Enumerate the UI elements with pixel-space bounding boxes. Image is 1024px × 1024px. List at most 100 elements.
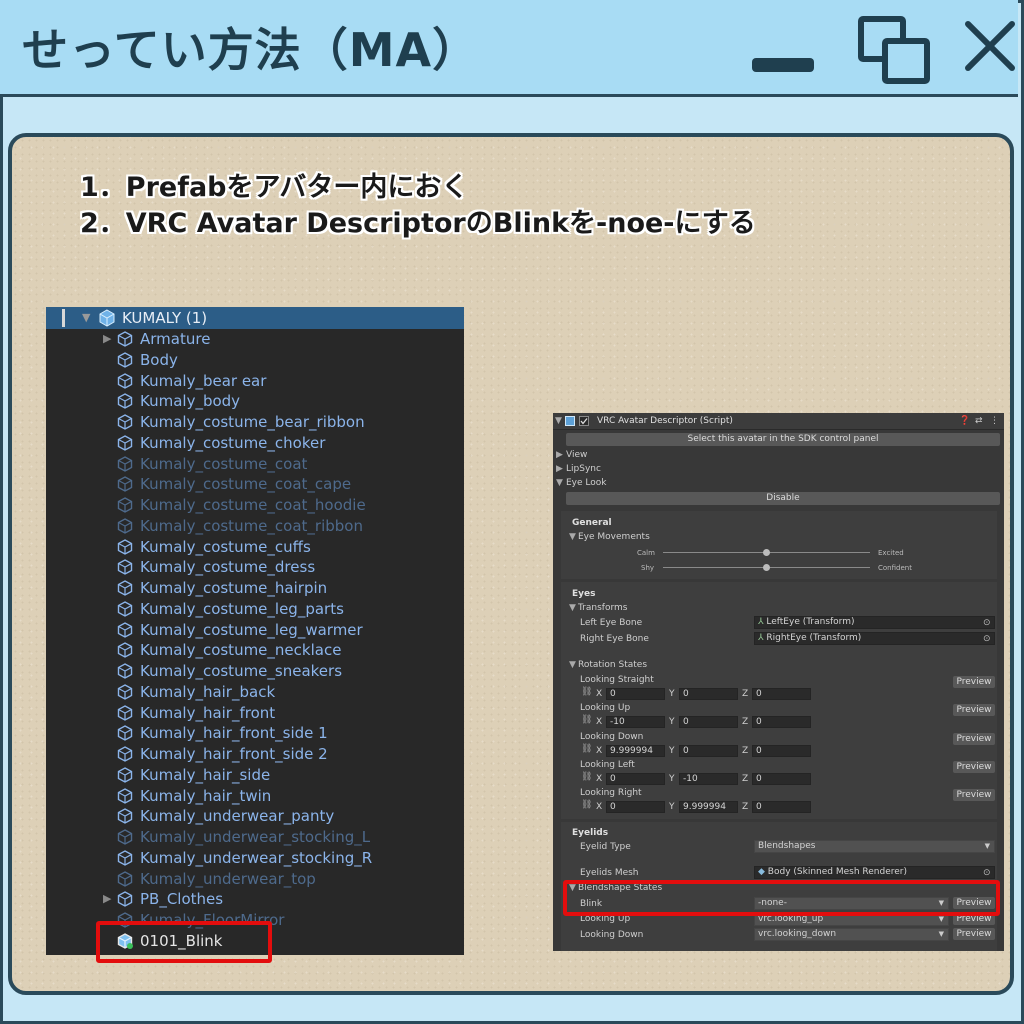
rotation-states-label[interactable]: Rotation States bbox=[578, 660, 647, 671]
checkbox-icon[interactable] bbox=[579, 416, 589, 426]
hierarchy-item[interactable]: Kumaly_costume_coat bbox=[46, 454, 464, 474]
disable-button[interactable]: Disable bbox=[566, 492, 1000, 505]
hierarchy-item[interactable]: Kumaly_costume_leg_warmer bbox=[46, 620, 464, 640]
eyelid-type-dropdown[interactable]: Blendshapes ▼ bbox=[754, 840, 995, 853]
rotation-z-field[interactable]: 0 bbox=[752, 772, 811, 785]
fold-arrow-icon[interactable]: ▼ bbox=[569, 603, 576, 614]
rotation-x-field[interactable]: 0 bbox=[606, 772, 665, 785]
hierarchy-item[interactable]: Kumaly_costume_dress bbox=[46, 557, 464, 577]
object-picker-icon[interactable]: ⊙ bbox=[983, 618, 991, 629]
expand-arrow-icon[interactable]: ▶ bbox=[103, 329, 113, 349]
hierarchy-item[interactable]: Kumaly_hair_front_side 1 bbox=[46, 723, 464, 743]
rotation-preview-button[interactable]: Preview bbox=[953, 732, 995, 745]
hierarchy-item[interactable]: Kumaly_costume_choker bbox=[46, 433, 464, 453]
rotation-y-field[interactable]: -10 bbox=[679, 772, 738, 785]
hierarchy-item[interactable]: Kumaly_hair_back bbox=[46, 682, 464, 702]
hierarchy-item[interactable]: Kumaly_hair_front_side 2 bbox=[46, 744, 464, 764]
hierarchy-item[interactable]: Kumaly_costume_cuffs bbox=[46, 537, 464, 557]
rotation-y-field[interactable]: 0 bbox=[679, 744, 738, 757]
fold-arrow-icon[interactable]: ▶ bbox=[556, 464, 563, 475]
rotation-x-field[interactable]: 0 bbox=[606, 688, 665, 700]
rotation-preview-button[interactable]: Preview bbox=[953, 676, 995, 688]
hierarchy-item[interactable]: Kumaly_hair_front bbox=[46, 703, 464, 723]
rotation-x-field[interactable]: -10 bbox=[606, 716, 665, 729]
eyelid-looking-down-dropdown[interactable]: vrc.looking_down ▼ bbox=[754, 928, 949, 941]
hierarchy-item[interactable]: Kumaly_costume_hairpin bbox=[46, 578, 464, 598]
eyelids-mesh-field[interactable]: ◆ Body (Skinned Mesh Renderer) bbox=[754, 866, 995, 879]
link-icon[interactable]: ⛓ bbox=[581, 800, 592, 811]
hierarchy-item[interactable]: Kumaly_body bbox=[46, 391, 464, 411]
hierarchy-item[interactable]: Kumaly_underwear_panty bbox=[46, 806, 464, 826]
eye-movements-label[interactable]: Eye Movements bbox=[578, 532, 650, 543]
hierarchy-root-row[interactable]: ▼ KUMALY (1) bbox=[46, 307, 464, 329]
x-axis-label: X bbox=[596, 802, 603, 813]
rotation-z-field[interactable]: 0 bbox=[752, 801, 811, 814]
fold-arrow-icon[interactable]: ▶ bbox=[556, 450, 563, 461]
hierarchy-item[interactable]: Kumaly_costume_bear_ribbon bbox=[46, 412, 464, 432]
shy-confident-slider-thumb[interactable] bbox=[763, 564, 770, 571]
hierarchy-item[interactable]: Kumaly_underwear_top bbox=[46, 869, 464, 889]
foldout-lipsync[interactable]: LipSync bbox=[566, 464, 601, 475]
rotation-preview-button[interactable]: Preview bbox=[953, 760, 995, 773]
component-title: VRC Avatar Descriptor (Script) bbox=[597, 416, 733, 426]
rotation-preview-button[interactable]: Preview bbox=[953, 704, 995, 717]
hierarchy-item[interactable]: Kumaly_costume_coat_hoodie bbox=[46, 495, 464, 515]
hierarchy-item[interactable]: Kumaly_costume_coat_ribbon bbox=[46, 516, 464, 536]
object-picker-icon[interactable]: ⊙ bbox=[983, 868, 991, 879]
settings-icon[interactable]: ⇄ bbox=[975, 416, 983, 427]
fold-arrow-icon[interactable]: ▼ bbox=[556, 478, 563, 489]
sdk-control-panel-button[interactable]: Select this avatar in the SDK control pa… bbox=[566, 433, 1000, 446]
transforms-label[interactable]: Transforms bbox=[578, 603, 627, 614]
link-icon[interactable]: ⛓ bbox=[581, 687, 592, 698]
collapse-arrow-icon[interactable]: ▼ bbox=[555, 416, 562, 427]
fold-arrow-icon[interactable]: ▼ bbox=[569, 532, 576, 543]
rotation-x-field[interactable]: 0 bbox=[606, 801, 665, 814]
hierarchy-item[interactable]: Body bbox=[46, 350, 464, 370]
eyelids-mesh-value: Body (Skinned Mesh Renderer) bbox=[767, 867, 907, 877]
expand-arrow-icon[interactable]: ▶ bbox=[103, 889, 113, 909]
hierarchy-item[interactable]: Kumaly_hair_side bbox=[46, 765, 464, 785]
rotation-y-field[interactable]: 0 bbox=[679, 716, 738, 729]
left-eye-bone-field[interactable]: ⅄ LeftEye (Transform) bbox=[754, 616, 995, 629]
hierarchy-item[interactable]: Kumaly_bear ear bbox=[46, 371, 464, 391]
close-icon[interactable] bbox=[964, 20, 1016, 72]
hierarchy-item-label: Kumaly_costume_dress bbox=[140, 558, 316, 577]
hierarchy-item[interactable]: Kumaly_costume_necklace bbox=[46, 640, 464, 660]
foldout-eye-look[interactable]: Eye Look bbox=[566, 478, 607, 489]
hierarchy-item[interactable]: ▶ Armature bbox=[46, 329, 464, 349]
calm-excited-slider-thumb[interactable] bbox=[763, 549, 770, 556]
link-icon[interactable]: ⛓ bbox=[581, 744, 592, 755]
hierarchy-item[interactable]: Kumaly_costume_coat_cape bbox=[46, 474, 464, 494]
rotation-y-field[interactable]: 0 bbox=[679, 688, 738, 700]
hierarchy-item[interactable]: Kumaly_hair_twin bbox=[46, 786, 464, 806]
hierarchy-item[interactable]: Kumaly_underwear_stocking_L bbox=[46, 827, 464, 847]
hierarchy-item[interactable]: Kumaly_costume_leg_parts bbox=[46, 599, 464, 619]
rotation-x-field[interactable]: 9.999994 bbox=[606, 744, 665, 757]
maximize-icon[interactable] bbox=[858, 16, 930, 84]
minimize-icon[interactable] bbox=[752, 58, 814, 72]
hierarchy-item[interactable]: Kumaly_underwear_stocking_R bbox=[46, 848, 464, 868]
hierarchy-item[interactable]: Kumaly_costume_sneakers bbox=[46, 661, 464, 681]
hierarchy-item-label: Kumaly_underwear_top bbox=[140, 869, 316, 888]
rotation-y-field[interactable]: 9.999994 bbox=[679, 801, 738, 814]
link-icon[interactable]: ⛓ bbox=[581, 715, 592, 726]
looking-down-preview-button[interactable]: Preview bbox=[953, 928, 995, 940]
expand-arrow-icon[interactable]: ▼ bbox=[82, 311, 90, 324]
hierarchy-item[interactable]: ▶ PB_Clothes bbox=[46, 889, 464, 909]
hierarchy-item-label: Kumaly_costume_coat_ribbon bbox=[140, 516, 363, 535]
step-2: 2．VRC Avatar DescriptorのBlinkを-noe-にする bbox=[80, 208, 756, 239]
right-eye-bone-field[interactable]: ⅄ RightEye (Transform) bbox=[754, 632, 995, 645]
link-icon[interactable]: ⛓ bbox=[581, 772, 592, 783]
more-options-icon[interactable]: ⋮ bbox=[990, 416, 999, 427]
fold-arrow-icon[interactable]: ▼ bbox=[569, 660, 576, 671]
help-icon[interactable]: ❓ bbox=[959, 416, 970, 427]
rotation-z-field[interactable]: 0 bbox=[752, 716, 811, 729]
foldout-view[interactable]: View bbox=[566, 450, 587, 461]
gameobject-cube-icon bbox=[117, 476, 133, 493]
left-eye-bone-label: Left Eye Bone bbox=[580, 618, 643, 628]
rotation-z-field[interactable]: 0 bbox=[752, 744, 811, 757]
rotation-preview-button[interactable]: Preview bbox=[953, 789, 995, 802]
rotation-z-field[interactable]: 0 bbox=[752, 688, 811, 700]
gameobject-cube-icon bbox=[117, 870, 133, 887]
object-picker-icon[interactable]: ⊙ bbox=[983, 634, 991, 645]
